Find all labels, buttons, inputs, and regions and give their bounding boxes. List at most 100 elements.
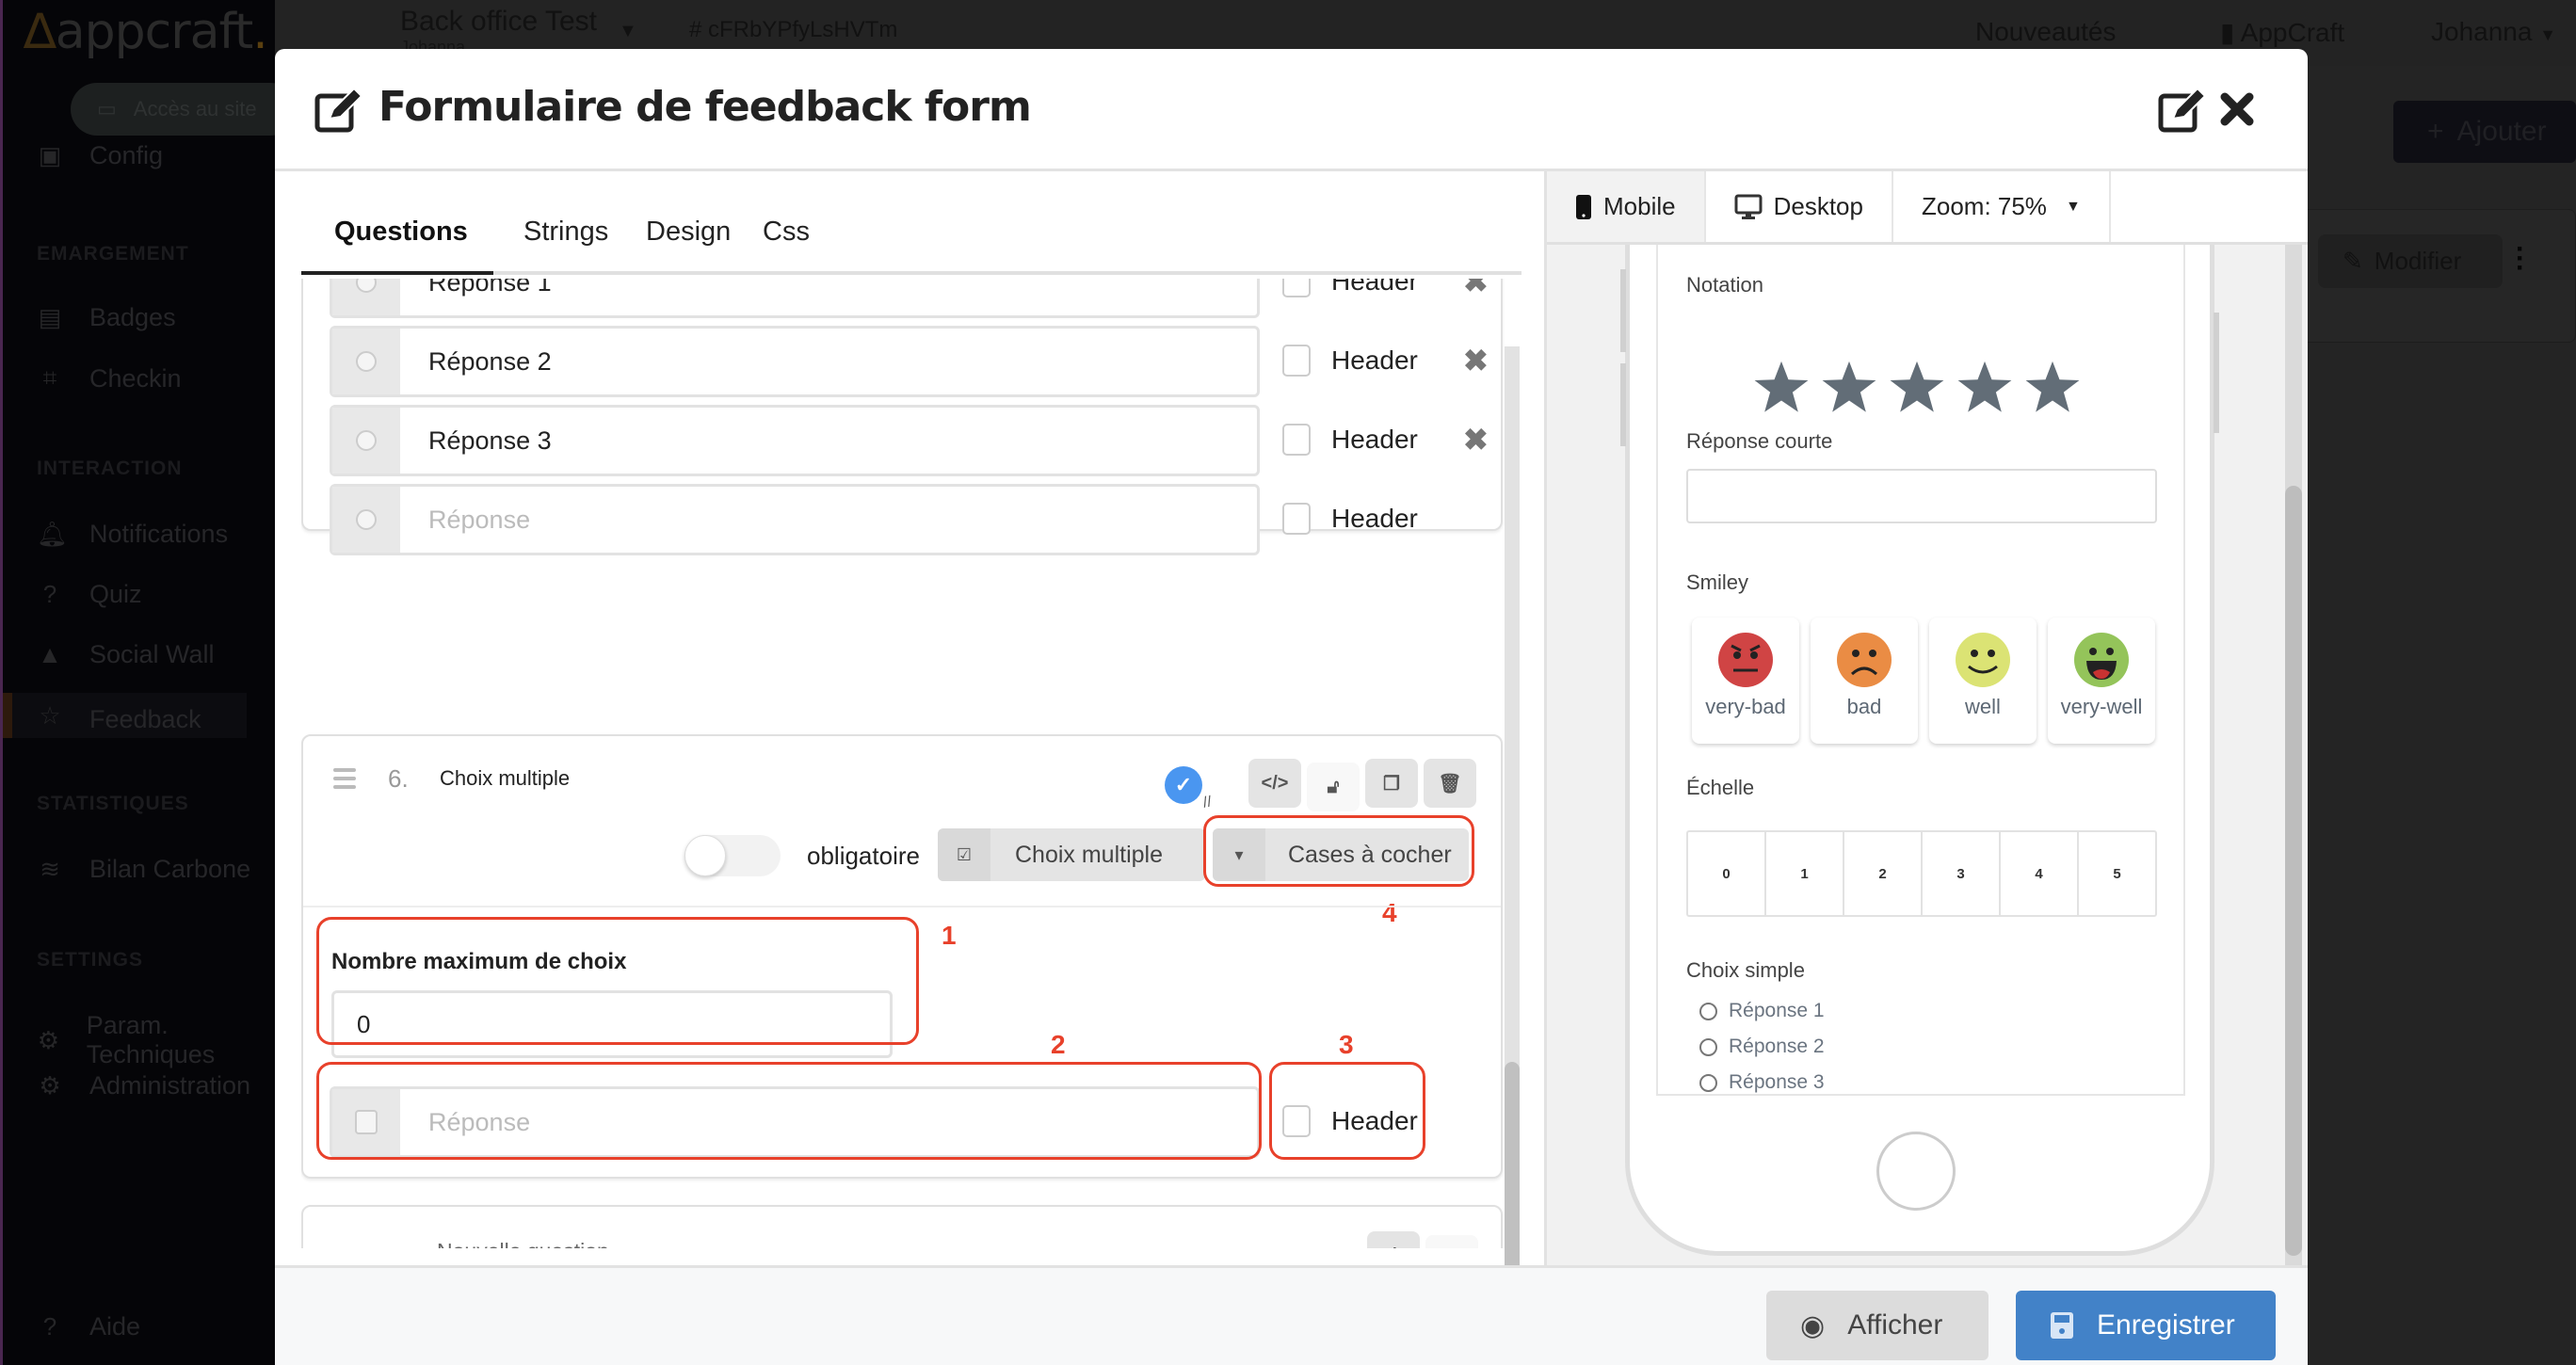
smiley-option-very-bad[interactable]: very-bad — [1692, 618, 1799, 744]
more-options-icon[interactable]: · · · — [2516, 235, 2525, 282]
tab-design[interactable]: Design — [646, 217, 731, 248]
rating-label: Notation — [1686, 273, 1763, 297]
sidebar-item-checkin[interactable]: ⌗ Checkin — [37, 363, 278, 393]
add-button[interactable]: + Ajouter — [2393, 101, 2576, 163]
duplicate-button[interactable]: ❐ — [1365, 759, 1418, 808]
rating-stars — [1752, 358, 2082, 416]
user-menu[interactable]: Johanna ▼ — [2431, 17, 2556, 47]
tab-questions[interactable]: Questions — [334, 217, 468, 248]
badge-icon: ▤ — [38, 303, 62, 331]
short-answer-label: Réponse courte — [1686, 429, 1833, 453]
short-answer-input[interactable] — [1686, 469, 2157, 523]
resize-handle-icon[interactable]: // — [1202, 794, 1214, 811]
tab-mobile[interactable]: Mobile — [1547, 171, 1706, 242]
new-question-input[interactable]: Nouvelle question — [437, 1239, 609, 1248]
editor-scrollbar-thumb[interactable] — [1505, 1062, 1520, 1295]
appcraft-logo: ∆appcraft. — [24, 4, 268, 60]
sidebar-item-administration[interactable]: ⚙ Administration — [37, 1071, 278, 1100]
single-choice-option[interactable]: Réponse 2 — [1699, 1036, 1825, 1058]
option-input[interactable]: Réponse 2 — [330, 326, 1260, 397]
scale-label: Échelle — [1686, 776, 1755, 799]
scale-option[interactable]: 3 — [1923, 832, 2001, 915]
star-icon[interactable] — [2023, 358, 2082, 416]
gear-icon: ⚙ — [39, 1071, 61, 1100]
star-icon[interactable] — [1820, 358, 1878, 416]
sidebar-item-help[interactable]: ? Aide — [37, 1312, 278, 1341]
sidebar-item-badges[interactable]: ▤ Badges — [37, 303, 278, 332]
edit-title-icon[interactable] — [2158, 87, 2207, 134]
editor-tabs: Questions Strings Design Css — [301, 171, 1521, 275]
sidebar-item-feedback[interactable]: ☆ Feedback — [3, 693, 247, 738]
scale-option[interactable]: 2 — [1844, 832, 1923, 915]
preview-scrollbar-thumb[interactable] — [2285, 486, 2302, 1256]
annotation-box-1 — [316, 917, 919, 1045]
question-type-select[interactable]: ☑ Choix multiple — [938, 828, 1205, 881]
smiley-option-very-well[interactable]: very-well — [2048, 618, 2155, 744]
scale-option[interactable]: 0 — [1688, 832, 1766, 915]
option-input[interactable]: Réponse 3 — [330, 405, 1260, 476]
smiley-option-bad[interactable]: bad — [1811, 618, 1918, 744]
show-button[interactable]: ◉ Afficher — [1766, 1291, 1988, 1360]
mobile-icon — [1576, 194, 1591, 219]
star-icon[interactable] — [1956, 358, 2014, 416]
header-checkbox[interactable] — [1282, 345, 1311, 377]
header-checkbox[interactable] — [1282, 279, 1311, 297]
lock-button[interactable]: 🔓︎ — [1425, 1235, 1478, 1248]
code-button[interactable]: </> — [1367, 1231, 1420, 1248]
news-link[interactable]: Nouveautés — [1975, 17, 2116, 47]
code-button[interactable]: </> — [1248, 759, 1301, 808]
sidebar-item-social-wall[interactable]: ▲ Social Wall — [37, 640, 278, 669]
smiley-options: very-bad bad well very-well — [1692, 618, 2155, 744]
drag-handle-icon[interactable] — [333, 768, 356, 794]
scale-option[interactable]: 4 — [2001, 832, 2079, 915]
scale-option[interactable]: 5 — [2079, 832, 2155, 915]
lock-button[interactable]: 🔓︎ — [1307, 763, 1360, 811]
tab-css[interactable]: Css — [763, 217, 810, 248]
sidebar-item-config[interactable]: ▣ Config — [37, 141, 278, 170]
header-label: Header — [1331, 345, 1418, 375]
smiley-option-well[interactable]: well — [1929, 618, 2037, 744]
header-checkbox[interactable] — [1282, 424, 1311, 456]
remove-option-icon[interactable]: ✖ — [1463, 279, 1489, 299]
header-checkbox[interactable] — [1282, 503, 1311, 535]
project-dropdown-icon[interactable]: ▼ — [619, 21, 637, 42]
unlock-icon: 🔓︎ — [1327, 776, 1340, 797]
sidebar-item-notifications[interactable]: 🔔︎ Notifications — [37, 520, 278, 549]
single-choice-option[interactable]: Réponse 1 — [1699, 1000, 1825, 1022]
option-input[interactable]: Réponse 1 — [330, 279, 1260, 318]
close-icon[interactable] — [2220, 92, 2254, 126]
zoom-select[interactable]: Zoom: 75% ▼ — [1893, 171, 2111, 242]
star-icon[interactable] — [1888, 358, 1946, 416]
help-icon: ? — [42, 1312, 57, 1341]
edit-button[interactable]: ✎ Modifier — [2318, 234, 2503, 288]
card-divider — [303, 906, 1501, 907]
question-title[interactable]: Choix multiple — [440, 766, 570, 791]
required-toggle[interactable] — [684, 835, 781, 876]
radio-icon — [1699, 1073, 1717, 1092]
radio-icon — [356, 509, 377, 530]
star-icon[interactable] — [1752, 358, 1811, 416]
remove-option-icon[interactable]: ✖ — [1463, 343, 1489, 378]
sidebar-item-quiz[interactable]: ? Quiz — [37, 580, 278, 609]
tab-desktop[interactable]: Desktop — [1706, 171, 1893, 242]
org-link[interactable]: ▮ AppCraft — [2220, 17, 2344, 48]
sidebar-item-bilan-carbone[interactable]: ≋ Bilan Carbone — [37, 855, 278, 884]
phone-side-button — [1620, 269, 1626, 352]
scale-option[interactable]: 1 — [1766, 832, 1844, 915]
site-access-button[interactable]: ▭ Accès au site — [71, 83, 297, 136]
sidebar-item-param-techniques[interactable]: ⚙ Param. Techniques — [37, 1011, 278, 1069]
single-choice-option[interactable]: Réponse 3 — [1699, 1071, 1825, 1094]
project-title[interactable]: Back office Test — [400, 6, 597, 38]
phone-screen: Donnez-nous votre avis Notation Réponse … — [1656, 218, 2185, 1096]
sidebar-section-title: INTERACTION — [37, 458, 183, 479]
save-button[interactable]: Enregistrer — [2016, 1291, 2276, 1360]
smiley-caption: very-bad — [1705, 695, 1786, 718]
new-option-input[interactable]: Réponse — [330, 484, 1260, 555]
remove-option-icon[interactable]: ✖ — [1463, 422, 1489, 458]
save-icon — [2051, 1312, 2073, 1339]
delete-button[interactable]: 🗑︎ — [1424, 759, 1476, 808]
radio-icon — [356, 430, 377, 451]
tab-strings[interactable]: Strings — [523, 217, 608, 248]
image-icon: ▲ — [38, 640, 62, 668]
option-row: Réponse 2 Header ✖ — [330, 326, 1508, 397]
